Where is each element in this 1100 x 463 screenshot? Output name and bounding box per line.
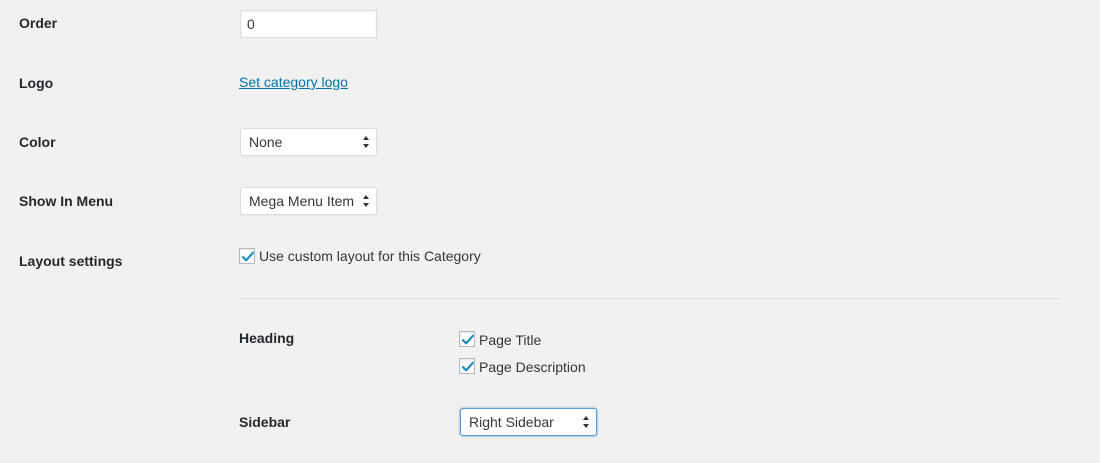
page-description-label: Page Description bbox=[479, 359, 586, 375]
color-select-value: None bbox=[249, 134, 283, 150]
custom-layout-checkbox[interactable] bbox=[239, 248, 255, 264]
custom-layout-label: Use custom layout for this Category bbox=[259, 248, 481, 264]
order-input[interactable] bbox=[240, 10, 377, 38]
page-title-label: Page Title bbox=[479, 332, 542, 348]
checkmark-icon bbox=[461, 361, 474, 372]
sidebar-select-value: Right Sidebar bbox=[469, 414, 554, 430]
show-in-menu-select-value: Mega Menu Item bbox=[249, 193, 355, 209]
logo-label: Logo bbox=[19, 75, 54, 91]
show-in-menu-label: Show In Menu bbox=[19, 193, 114, 209]
page-description-checkbox[interactable] bbox=[459, 358, 475, 374]
show-in-menu-select[interactable]: Mega Menu Item bbox=[240, 187, 377, 215]
sidebar-select[interactable]: Right Sidebar bbox=[460, 408, 597, 436]
checkmark-icon bbox=[241, 251, 254, 262]
page-title-checkbox[interactable] bbox=[459, 331, 475, 347]
layout-settings-label: Layout settings bbox=[19, 253, 123, 269]
section-divider bbox=[239, 298, 1060, 299]
select-arrows-icon bbox=[363, 136, 369, 148]
sidebar-label: Sidebar bbox=[239, 414, 291, 430]
heading-label: Heading bbox=[239, 330, 295, 346]
set-category-logo-link[interactable]: Set category logo bbox=[239, 73, 348, 91]
color-label: Color bbox=[19, 134, 56, 150]
color-select[interactable]: None bbox=[240, 128, 377, 156]
select-arrows-icon bbox=[363, 195, 369, 207]
checkmark-icon bbox=[461, 334, 474, 345]
order-label: Order bbox=[19, 15, 58, 31]
select-arrows-icon bbox=[583, 416, 589, 428]
category-settings-form: Order Logo Set category logo Color None … bbox=[0, 0, 1100, 463]
